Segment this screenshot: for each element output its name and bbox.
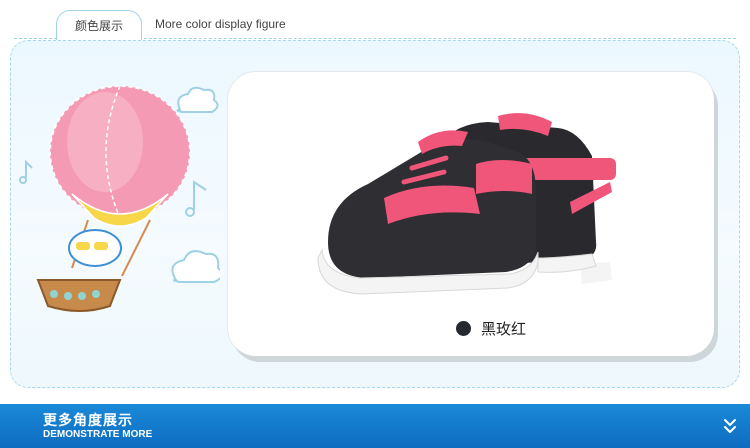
color-display-tab[interactable]: 颜色展示: [56, 10, 142, 40]
section-subtitle: More color display figure: [155, 17, 286, 31]
color-variant-label: 黑玫红: [481, 320, 527, 338]
balloon-illustration: [10, 70, 224, 330]
chevron-double-down-icon[interactable]: [721, 417, 739, 435]
more-angles-title: 更多角度展示: [43, 412, 133, 428]
more-angles-subtitle: DEMONSTRATE MORE: [43, 429, 153, 440]
color-variant[interactable]: 黑玫红: [456, 318, 526, 338]
shoe-image: [308, 92, 638, 302]
more-angles-bar[interactable]: 更多角度展示 DEMONSTRATE MORE: [0, 404, 750, 448]
product-card: 黑玫红: [228, 72, 714, 356]
color-swatch: [456, 320, 471, 336]
section-header: 颜色展示 More color display figure: [0, 0, 750, 44]
